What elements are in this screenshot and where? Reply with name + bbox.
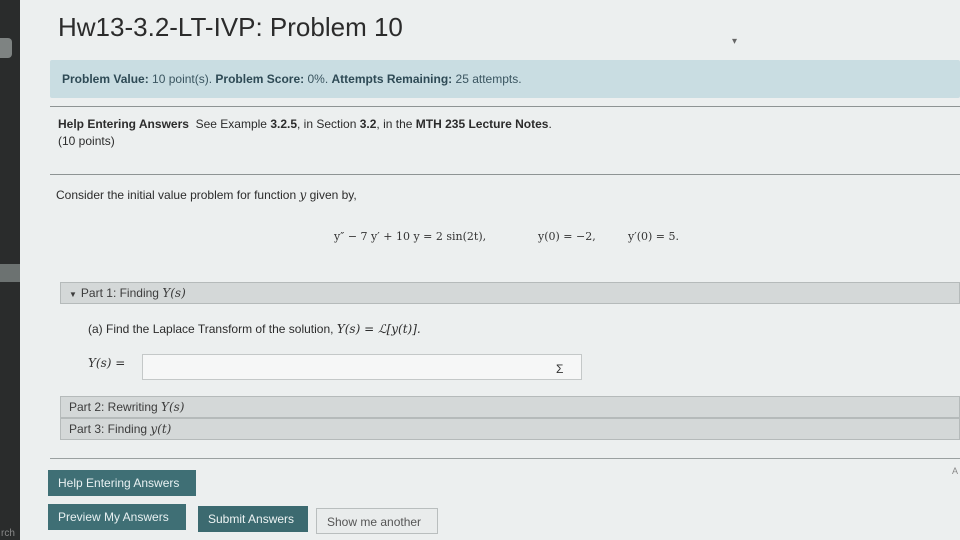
divider (50, 174, 960, 175)
problem-score: 0%. (307, 72, 329, 86)
lecture-notes-ref: MTH 235 Lecture Notes (415, 117, 549, 131)
part-2-math: Y(s) (161, 400, 185, 414)
part-3-math: y(t) (150, 422, 172, 436)
help-text-end: . (548, 117, 552, 131)
attempts-remaining: 25 attempts. (455, 72, 522, 86)
help-entering-answers-button[interactable]: Help Entering Answers (48, 470, 196, 496)
part-1-math: Y(s) (162, 286, 186, 300)
divider (50, 106, 960, 107)
part-3-label: Part 3: Finding (69, 422, 148, 436)
part-1-label: Part 1: Finding (80, 286, 159, 300)
part-a-question: (a) Find the Laplace Transform of the so… (88, 322, 421, 336)
consider-end: given by, (309, 188, 357, 202)
part-2-label: Part 2: Rewriting (69, 400, 158, 414)
help-entering-answers-link[interactable]: Help Entering Answers (58, 117, 189, 131)
help-text-mid: , in Section (297, 117, 360, 131)
consider-text: Consider the initial value problem for f… (56, 188, 297, 202)
page-title: Hw13-3.2-LT-IVP: Problem 10 (58, 12, 403, 42)
help-text-in: , in the (376, 117, 416, 131)
initial-condition-y: y(0) = −2, (538, 230, 596, 243)
part-a-math: Y(s) = ℒ[y(t)]. (336, 322, 421, 336)
chevron-down-icon[interactable]: ▾ (732, 36, 737, 47)
problem-value-label: Problem Value: (62, 72, 149, 86)
part-a-text: (a) Find the Laplace Transform of the so… (88, 322, 334, 336)
submit-answers-button[interactable]: Submit Answers (198, 506, 308, 532)
attempts-label: Attempts Remaining: (331, 72, 453, 86)
problem-score-label: Problem Score: (215, 72, 305, 86)
initial-condition-yprime: y′(0) = 5. (628, 230, 679, 243)
left-edge-tab (0, 38, 12, 58)
left-search-text: rch (1, 528, 15, 539)
help-text-pre: See Example (195, 117, 271, 131)
part-3-header[interactable]: Part 3: Finding y(t) (60, 418, 960, 440)
expand-caret-icon: ▼ (69, 290, 77, 299)
equation-editor-icon[interactable]: Σ (556, 362, 563, 376)
divider (50, 458, 960, 459)
differential-equation: y″ − 7 y′ + 10 y = 2 sin(2t), (334, 230, 487, 243)
problem-points: (10 points) (58, 134, 115, 148)
part-2-header[interactable]: Part 2: Rewriting Y(s) (60, 396, 960, 418)
preview-answers-button[interactable]: Preview My Answers (48, 504, 186, 530)
laplace-answer-input[interactable] (142, 354, 582, 380)
answer-label: Y(s) = (88, 356, 126, 370)
section-ref: 3.2 (359, 117, 377, 131)
problem-value: 10 point(s). (152, 72, 213, 86)
help-line: Help Entering Answers See Example 3.2.5,… (58, 117, 552, 131)
problem-page: Hw13-3.2-LT-IVP: Problem 10 ▾ Problem Va… (20, 0, 960, 540)
part-1-header[interactable]: ▼ Part 1: Finding Y(s) (60, 282, 960, 304)
consider-var: y (299, 188, 307, 202)
problem-info-bar: Problem Value: 10 point(s). Problem Scor… (50, 60, 960, 98)
left-edge-marker (0, 264, 22, 282)
show-another-button[interactable]: Show me another (316, 508, 438, 534)
right-edge-text: A (951, 466, 958, 476)
example-ref: 3.2.5 (270, 117, 298, 131)
problem-statement: Consider the initial value problem for f… (56, 188, 357, 202)
